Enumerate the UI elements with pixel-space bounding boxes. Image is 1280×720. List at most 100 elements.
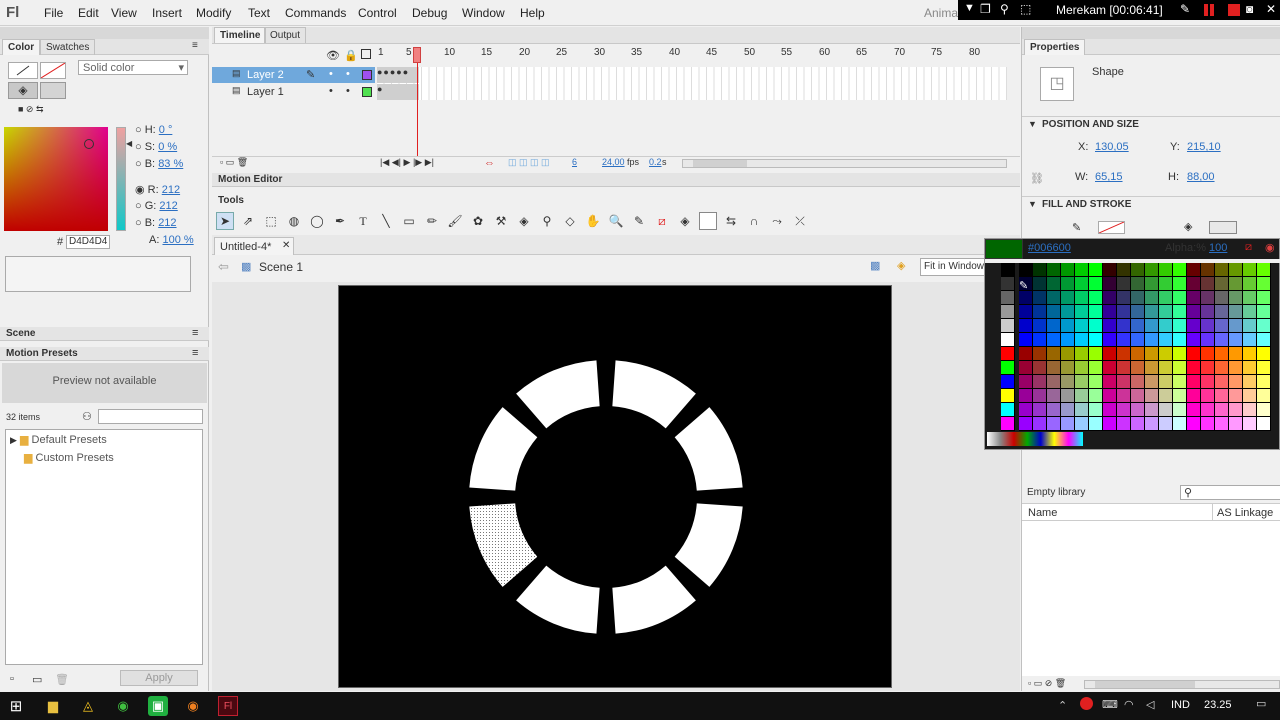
library-list[interactable] — [1022, 521, 1280, 676]
swatch-cell[interactable] — [1257, 375, 1271, 389]
menu-edit[interactable]: Edit — [78, 6, 99, 20]
position-size-section[interactable]: ▼ POSITION AND SIZE — [1022, 116, 1280, 130]
swatch-cell[interactable] — [1131, 389, 1145, 403]
visibility-dot[interactable]: • — [329, 85, 333, 97]
back-arrow-icon[interactable]: ⇦ — [218, 259, 229, 275]
text-tool-icon[interactable]: T — [354, 212, 372, 230]
swatch-cell[interactable] — [1173, 361, 1187, 375]
stage[interactable] — [338, 285, 892, 688]
swatch-cell[interactable] — [1103, 319, 1117, 333]
swatch-cell[interactable] — [1243, 375, 1257, 389]
swatch-cell[interactable] — [1075, 389, 1089, 403]
swatch-cell[interactable] — [1243, 347, 1257, 361]
swatch-cell[interactable] — [1061, 277, 1075, 291]
folder-icon[interactable]: ▭ — [32, 673, 42, 686]
swatch-cell[interactable] — [1075, 417, 1089, 431]
swatch-cell[interactable] — [1033, 361, 1047, 375]
lock-icon[interactable]: 🔒 — [344, 49, 358, 62]
swatch-cell[interactable] — [1159, 333, 1173, 347]
swatch-cell[interactable] — [1019, 319, 1033, 333]
swatch-cell[interactable] — [1145, 333, 1159, 347]
swatch-cell[interactable] — [1145, 319, 1159, 333]
hue-slider[interactable] — [116, 127, 126, 231]
swatch-cell[interactable] — [1215, 291, 1229, 305]
b-value[interactable]: 83 % — [158, 158, 183, 170]
dropdown-icon[interactable]: ▼ — [964, 2, 975, 14]
swatch-cell[interactable] — [1047, 347, 1061, 361]
menu-debug[interactable]: Debug — [412, 6, 447, 20]
tab-color[interactable]: Color — [2, 39, 41, 55]
swatch-cell[interactable] — [1173, 417, 1187, 431]
swatch-cell[interactable] — [1215, 417, 1229, 431]
s-value[interactable]: 0 % — [158, 141, 177, 153]
swatch-cell[interactable] — [1257, 291, 1271, 305]
collapse-arrow-icon[interactable]: ▼ — [1028, 199, 1037, 209]
notification-icon[interactable]: ▭ — [1256, 697, 1266, 710]
swatch-cell[interactable] — [1173, 319, 1187, 333]
swatch-cell[interactable] — [1215, 263, 1229, 277]
flash-taskbar-icon[interactable]: Fl — [218, 696, 238, 716]
deco-tool-icon[interactable]: ✿ — [469, 212, 487, 230]
swatch-cell[interactable] — [1187, 347, 1201, 361]
swatch-cell[interactable] — [1229, 305, 1243, 319]
stroke-color-swatch[interactable] — [1098, 221, 1125, 234]
swatch-cell[interactable] — [1201, 389, 1215, 403]
radio-icon[interactable]: ○ — [135, 200, 142, 212]
pencil-tool-icon[interactable]: ✏ — [423, 212, 441, 230]
swatch-cell[interactable] — [1103, 291, 1117, 305]
swatch-cell[interactable] — [1103, 347, 1117, 361]
tab-swatches[interactable]: Swatches — [40, 39, 96, 55]
swatch-cell[interactable] — [1047, 389, 1061, 403]
menu-text[interactable]: Text — [248, 6, 270, 20]
swatch-cell[interactable] — [1243, 263, 1257, 277]
swatch-cell[interactable] — [1001, 403, 1015, 417]
window-icon[interactable]: ❐ — [980, 2, 991, 16]
close-icon[interactable]: ✕ — [1266, 2, 1276, 16]
keyframes-layer-2[interactable]: ●●●●● — [377, 67, 419, 83]
eraser-tool-icon[interactable]: ◇ — [561, 212, 579, 230]
w-value[interactable]: 65,15 — [1095, 171, 1123, 183]
line-tool-icon[interactable]: ╲ — [377, 212, 395, 230]
swatch-cell[interactable] — [1089, 263, 1103, 277]
swatch-cell[interactable] — [1243, 319, 1257, 333]
timeline-scrollbar[interactable] — [682, 159, 1007, 168]
edit-scene-icon[interactable]: ▩ — [870, 259, 880, 272]
swatch-cell[interactable] — [1257, 403, 1271, 417]
swatch-cell[interactable] — [1229, 361, 1243, 375]
swatch-cell[interactable] — [1201, 403, 1215, 417]
eyedropper-tool-icon[interactable]: ⚲ — [538, 212, 556, 230]
swatch-cell[interactable] — [1103, 277, 1117, 291]
swatch-cell[interactable] — [1019, 291, 1033, 305]
hex-input[interactable]: D4D4D4 — [66, 235, 110, 249]
language-indicator[interactable]: IND — [1171, 699, 1190, 711]
swatch-cell[interactable] — [1187, 319, 1201, 333]
swatch-cell[interactable] — [1229, 347, 1243, 361]
swatch-cell[interactable] — [1001, 291, 1015, 305]
popup-alpha-value[interactable]: 100 — [1209, 242, 1227, 254]
swatch-cell[interactable] — [1173, 305, 1187, 319]
swatch-cell[interactable] — [1215, 375, 1229, 389]
tree-item-custom-presets[interactable]: ▆ Custom Presets — [24, 451, 114, 464]
swatch-cell[interactable] — [1001, 277, 1015, 291]
fill-swatch[interactable] — [40, 82, 66, 99]
swatch-cell[interactable] — [1145, 277, 1159, 291]
swatch-cell[interactable] — [1187, 305, 1201, 319]
default-colors-icon[interactable]: ■ ⊘ ⇆ — [18, 104, 44, 115]
swatch-cell[interactable] — [1061, 389, 1075, 403]
blue-value[interactable]: 212 — [158, 217, 176, 229]
swatch-cell[interactable] — [1215, 277, 1229, 291]
swatch-cell[interactable] — [1019, 389, 1033, 403]
search-icon[interactable]: ⚲ — [1000, 2, 1009, 16]
preset-search-input[interactable] — [98, 409, 203, 424]
swatch-cell[interactable] — [1075, 333, 1089, 347]
swatch-cell[interactable] — [1257, 333, 1271, 347]
swatch-cell[interactable] — [1159, 417, 1173, 431]
swatch-cell[interactable] — [1187, 263, 1201, 277]
record-tray-icon[interactable] — [1080, 697, 1093, 710]
swatch-cell[interactable] — [1243, 305, 1257, 319]
trash-icon[interactable]: 🗑 — [55, 673, 69, 686]
swatch-cell[interactable] — [1145, 389, 1159, 403]
swatch-cell[interactable] — [1145, 347, 1159, 361]
swatch-cell[interactable] — [1001, 347, 1015, 361]
swatch-cell[interactable] — [1173, 389, 1187, 403]
